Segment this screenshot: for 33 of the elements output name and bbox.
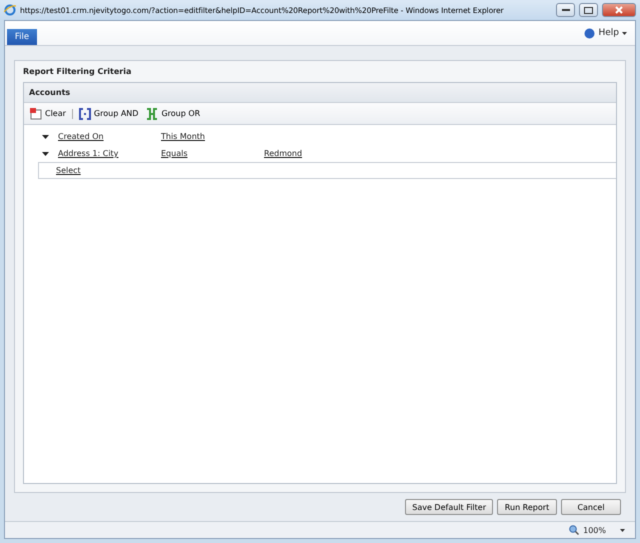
browser-logo-icon [4,4,16,16]
toolbar-button[interactable]: Group AND [76,106,140,120]
action-button[interactable]: Run Report [497,499,557,515]
entity-title: Accounts [24,83,616,103]
select-link[interactable]: Select [56,166,81,175]
toolbar-button[interactable]: Group OR [144,106,202,120]
maximize-button[interactable] [579,3,598,17]
help-icon[interactable] [584,28,596,38]
bracket-group-icon [78,108,91,120]
close-button[interactable] [602,3,636,17]
dropdown-arrow-icon[interactable] [42,134,49,138]
zoom-icon[interactable] [569,525,580,535]
toolbar-button[interactable]: Clear [28,106,68,120]
maximize-icon [584,6,593,14]
action-button[interactable]: Cancel [561,499,621,515]
value-link[interactable]: Redmond [264,149,302,158]
operator-link[interactable]: This Month [161,132,264,141]
zoom-level[interactable]: 100% [583,526,606,534]
action-button[interactable]: Save Default Filter [405,499,493,515]
bracket-group-icon [146,108,158,120]
minimize-button[interactable] [556,3,575,17]
dropdown-arrow-icon[interactable] [42,152,49,156]
clear-icon [30,108,42,120]
field-link[interactable]: Created On [58,132,161,141]
operator-link[interactable]: Equals [161,149,264,158]
file-tab[interactable]: File [7,29,37,45]
minimize-icon [562,8,570,12]
caret-icon[interactable] [620,528,625,532]
caret-icon[interactable] [622,32,627,34]
field-link[interactable]: Address 1: City [58,149,161,158]
help-menu[interactable]: Help [598,28,619,38]
close-icon [615,6,623,14]
section-title: Report Filtering Criteria [23,67,132,76]
